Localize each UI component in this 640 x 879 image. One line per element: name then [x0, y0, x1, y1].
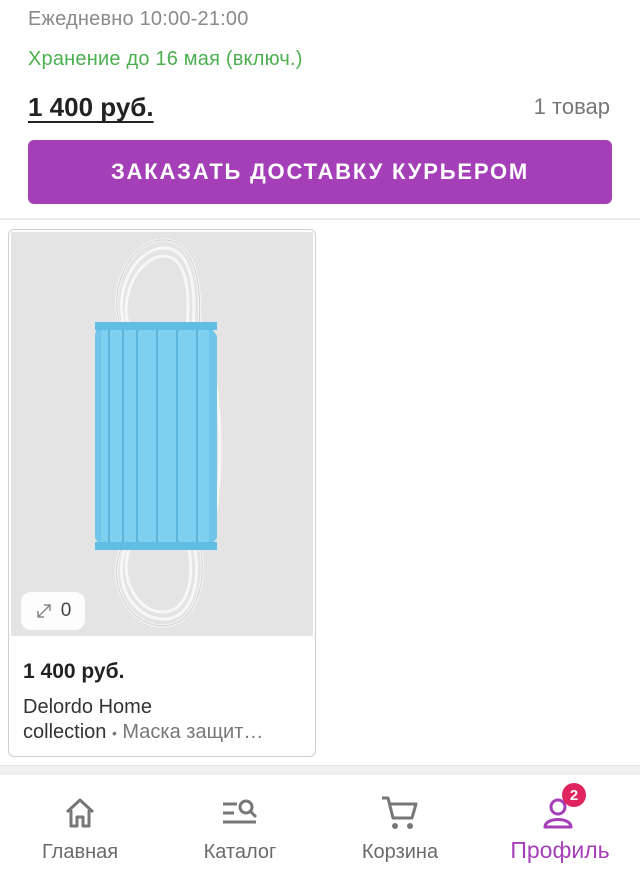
nav-home-label: Главная [41, 841, 119, 863]
bottom-navigation: Главная Каталог Корзина 2 Профиль [0, 777, 640, 879]
nav-profile-label: Профиль [510, 837, 610, 863]
storage-until: Хранение до 16 мая (включ.) [28, 48, 303, 70]
product-card[interactable]: 0 1 400 руб. Delordo Home collection • М… [8, 229, 316, 757]
home-icon [60, 793, 100, 833]
nav-profile[interactable]: 2 Профиль [480, 777, 640, 879]
product-brand-line2: collection [23, 721, 107, 743]
nav-cart[interactable]: Корзина [320, 777, 480, 879]
product-title: Delordo Home collection • Маска защит… [23, 695, 307, 746]
nav-catalog[interactable]: Каталог [160, 777, 320, 879]
separator-dot: • [111, 725, 117, 741]
pickup-info-panel: Ежедневно 10:00-21:00 Хранение до 16 мая… [0, 0, 640, 219]
zoom-count: 0 [60, 600, 72, 621]
expand-arrows-icon [36, 604, 51, 618]
face-mask-image [11, 232, 313, 636]
product-name: Маска защит… [122, 721, 264, 743]
opening-hours: Ежедневно 10:00-21:00 [28, 8, 249, 30]
product-brand-line1: Delordo Home [23, 696, 152, 718]
nav-cart-label: Корзина [361, 841, 439, 863]
zoom-badge[interactable]: 0 [21, 592, 85, 630]
item-count: 1 товар [533, 94, 610, 119]
product-price: 1 400 руб. [23, 660, 125, 683]
cart-icon [380, 793, 420, 833]
catalog-search-icon [220, 793, 260, 833]
nav-home[interactable]: Главная [0, 777, 160, 879]
total-price[interactable]: 1 400 руб. [28, 92, 154, 123]
order-courier-delivery-button[interactable]: ЗАКАЗАТЬ ДОСТАВКУ КУРЬЕРОМ [28, 140, 612, 204]
nav-catalog-label: Каталог [203, 841, 277, 863]
product-image[interactable]: 0 [11, 232, 313, 636]
nav-divider [0, 765, 640, 775]
profile-badge: 2 [562, 783, 586, 807]
profile-icon: 2 [540, 783, 586, 833]
divider [0, 218, 640, 220]
